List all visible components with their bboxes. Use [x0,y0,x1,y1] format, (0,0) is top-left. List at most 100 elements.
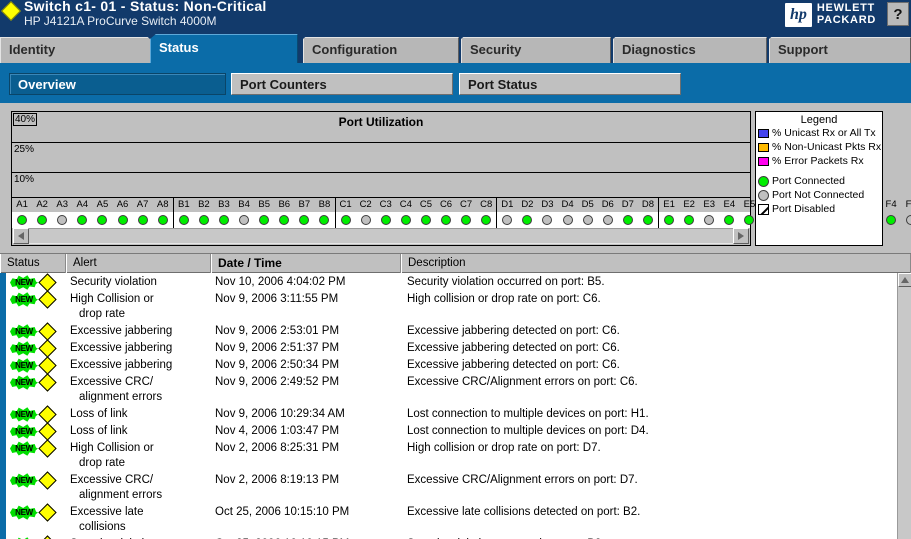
chart-horizontal-scrollbar[interactable] [13,228,749,244]
help-button[interactable]: ? [887,2,909,26]
alert-datetime-cell: Nov 9, 2006 2:53:01 PM [215,325,340,337]
column-header-date-time[interactable]: Date / Time [211,254,401,273]
port-cell-D3[interactable] [537,212,557,228]
port-cell-D7[interactable] [618,212,638,228]
table-row[interactable]: NEW Excessive jabbering Nov 9, 2006 2:53:0… [0,322,897,341]
legend-title: Legend [800,114,838,126]
subtab-overview[interactable]: Overview [9,73,226,95]
tab-diagnostics[interactable]: Diagnostics [613,37,767,63]
port-cell-B3[interactable] [214,212,234,228]
subtab-label: Port Counters [240,76,327,92]
port-cell-D1[interactable] [497,212,517,228]
tab-status[interactable]: Status [150,34,298,63]
new-star-icon: NEW [10,358,38,373]
table-row[interactable]: NEW Excessive jabbering Nov 9, 2006 2:50:3… [0,356,897,375]
port-cell-A1[interactable] [12,212,32,228]
port-cell-E4[interactable] [719,212,739,228]
table-row[interactable]: NEW Loss of link Nov 4, 2006 1:03:47 PM Los… [0,422,897,441]
port-cell-D5[interactable] [578,212,598,228]
severity-warning-diamond-icon [38,322,57,341]
port-cell-A7[interactable] [133,212,153,228]
alert-table-vertical-scrollbar[interactable] [897,273,911,539]
port-cell-C4[interactable] [396,212,416,228]
port-cell-A5[interactable] [92,212,112,228]
subtab-port-status[interactable]: Port Status [459,73,681,95]
port-label-B7: B7 [298,199,311,210]
port-cell-E2[interactable] [679,212,699,228]
legend-item-2: % Error Packets Rx [756,154,882,168]
port-status-dot-B5 [259,215,270,225]
alert-name-cell: Loss of link [66,422,211,439]
column-header-status[interactable]: Status [0,254,66,273]
port-status-dot-D6 [602,215,613,225]
port-status-dot-A7 [137,215,148,225]
port-cell-F4[interactable] [881,212,901,228]
column-header-alert[interactable]: Alert [66,254,211,273]
tab-label: Status [159,40,199,55]
port-status-dot-A6 [117,215,128,225]
port-cell-A3[interactable] [52,212,72,228]
port-cell-B5[interactable] [254,212,274,228]
tab-identity[interactable]: Identity [0,37,152,63]
table-row[interactable]: NEW High Collision or drop rate Nov 2, 2006… [0,439,897,471]
chart-scroll-track[interactable] [29,228,733,244]
port-cell-C1[interactable] [336,212,356,228]
alert-description-cell: Excessive CRC/Alignment errors on port: … [407,376,638,388]
port-status-dot-C3 [380,215,391,225]
port-cell-E1[interactable] [659,212,679,228]
port-cell-C8[interactable] [476,212,496,228]
port-cell-A4[interactable] [72,212,92,228]
port-cell-C3[interactable] [376,212,396,228]
alert-name-line2: collisions [79,521,126,533]
port-label-A5: A5 [96,199,109,210]
new-badge-label: NEW [15,361,33,370]
table-row[interactable]: NEW Loss of link Nov 9, 2006 10:29:34 AM Lo… [0,405,897,424]
port-cell-B6[interactable] [274,212,294,228]
table-row[interactable]: NEW Excessive late collisions Oct 25, 2006 … [0,503,897,535]
table-row[interactable]: NEW Excessive CRC/alignment errors Nov 9, … [0,373,897,405]
tab-support[interactable]: Support [769,37,911,63]
table-row[interactable]: NEW Security violation Nov 10, 2006 4:04:0… [0,273,897,292]
port-cell-C5[interactable] [416,212,436,228]
port-cell-C6[interactable] [436,212,456,228]
port-cell-C2[interactable] [356,212,376,228]
port-cell-D2[interactable] [517,212,537,228]
tab-configuration[interactable]: Configuration [303,37,459,63]
port-cell-A6[interactable] [112,212,132,228]
alert-table-body: NEW Security violation Nov 10, 2006 4:04:0… [0,273,897,539]
port-utilization-chart: Port Utilization 40% 25% 10% A1 A2 A3 A4 A5 A… [11,111,911,246]
port-status-dot-A4 [77,215,88,225]
scroll-left-button[interactable] [13,228,29,244]
port-cell-A8[interactable] [153,212,173,228]
column-header-description[interactable]: Description [401,254,911,273]
port-cell-D6[interactable] [598,212,618,228]
port-cell-B2[interactable] [194,212,214,228]
port-cell-F5[interactable] [901,212,911,228]
port-cell-C7[interactable] [456,212,476,228]
tab-security[interactable]: Security [461,37,611,63]
severity-warning-diamond-icon [38,405,57,424]
table-row[interactable]: NEW High Collision or drop rate Nov 9, 2006… [0,290,897,322]
subtab-port-counters[interactable]: Port Counters [231,73,453,95]
status-badge: NEW [0,290,66,309]
alert-name-cell: High Collision or drop rate [66,439,211,471]
legend-item-4: Port Not Connected [756,188,882,202]
port-cell-B8[interactable] [314,212,334,228]
port-status-dot-A3 [57,215,68,225]
port-cell-E3[interactable] [699,212,719,228]
scroll-right-button[interactable] [733,228,749,244]
alert-datetime-cell: Oct 25, 2006 10:10:15 PM [211,535,401,539]
port-cell-B4[interactable] [234,212,254,228]
table-row[interactable]: NEW Excessive CRC/alignment errors Nov 2, … [0,471,897,503]
port-cell-D8[interactable] [638,212,658,228]
port-cell-B7[interactable] [294,212,314,228]
port-cell-A2[interactable] [32,212,52,228]
table-row[interactable]: NEW Excessive jabbering Nov 9, 2006 2:51:3… [0,339,897,358]
port-cell-D4[interactable] [558,212,578,228]
primary-tabbar: Identity Status Configuration Security Diagn… [0,33,911,63]
alerts-scroll-up-button[interactable] [898,273,911,287]
table-row[interactable]: NEWSecurity violationOct 25, 2006 10:10:… [0,535,897,539]
port-cell-B1[interactable] [174,212,194,228]
alert-datetime-cell: Nov 9, 2006 2:51:37 PM [215,342,340,354]
new-star-icon: NEW [10,375,38,390]
